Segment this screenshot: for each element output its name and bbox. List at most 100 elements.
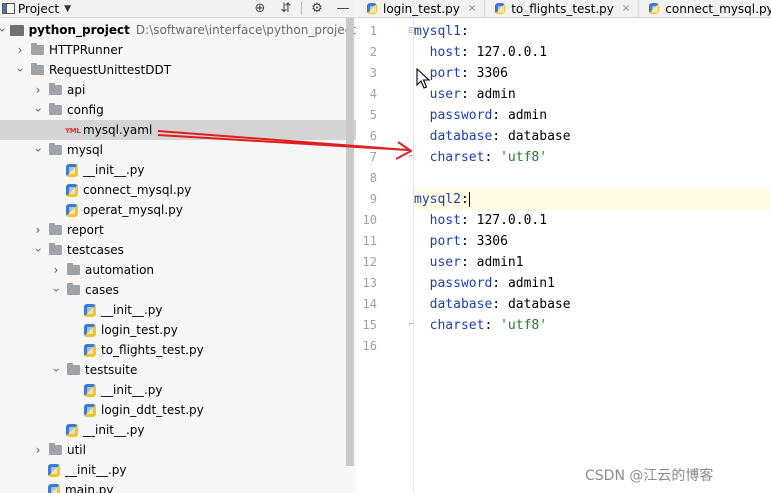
code-line[interactable]: mysql2: [414, 189, 771, 210]
tree-item[interactable]: connect_mysql.py [0, 180, 356, 200]
tree-item[interactable]: › util [0, 440, 356, 460]
toolbar-divider [301, 2, 302, 15]
chevron-right-icon[interactable]: › [32, 220, 44, 240]
code-line[interactable]: port: 3306 [414, 231, 771, 252]
tree-item[interactable]: › python_project D:\software\interface\pyt… [0, 20, 356, 40]
tree-item-label: api [67, 83, 86, 97]
mouse-pointer-icon [416, 68, 431, 89]
editor-tab-label: connect_mysql.py [665, 1, 771, 16]
code-line[interactable]: host: 127.0.0.1 [414, 210, 771, 231]
minimize-icon[interactable]: — [330, 0, 356, 17]
yaml-value: admin1 [507, 276, 555, 291]
tree-item[interactable]: __init__.py [0, 380, 356, 400]
close-icon[interactable]: × [468, 3, 476, 14]
editor-tab[interactable]: to_flights_test.py × [485, 0, 640, 17]
code-line[interactable]: host: 127.0.0.1 [414, 42, 771, 63]
collapse-all-icon[interactable]: ⇵ [273, 0, 299, 17]
vertical-scrollbar[interactable] [346, 18, 354, 466]
chevron-down-icon[interactable]: › [31, 140, 45, 160]
yaml-separator: : [460, 66, 477, 81]
tree-item[interactable]: › report [0, 220, 356, 240]
code-line[interactable] [414, 168, 771, 189]
chevron-down-icon[interactable]: ▼ [64, 4, 71, 14]
tree-item[interactable]: __init__.py [0, 420, 356, 440]
gear-icon[interactable]: ⚙ [304, 0, 330, 17]
chevron-right-icon[interactable]: › [32, 80, 44, 100]
tree-item[interactable]: login_test.py [0, 320, 356, 340]
yaml-value: admin [507, 108, 548, 123]
yaml-key: port [429, 234, 461, 249]
python-file-icon [66, 183, 78, 197]
yaml-separator: : [492, 276, 508, 291]
yaml-value: 'utf8' [500, 150, 548, 165]
tree-item-label: __init__.py [101, 303, 163, 317]
yaml-key: host [429, 213, 461, 228]
locate-target-icon[interactable]: ⊕ [247, 0, 273, 17]
yaml-key: mysql2 [414, 192, 461, 207]
code-line[interactable]: user: admin1 [414, 252, 771, 273]
yaml-key: password [429, 108, 493, 123]
tree-item[interactable]: operat_mysql.py [0, 200, 356, 220]
chevron-down-icon[interactable]: › [31, 240, 45, 260]
close-icon[interactable]: × [622, 3, 630, 14]
tree-item[interactable]: › automation [0, 260, 356, 280]
editor-tab[interactable]: connect_mysql.py× [639, 0, 771, 17]
tree-item[interactable]: __init__.py [0, 460, 356, 480]
line-number: 4 [369, 87, 377, 101]
editor-tab-bar: login_test.py × to_flights_test.py × connect… [357, 0, 771, 18]
code-line[interactable]: charset: 'utf8' [414, 147, 771, 168]
chevron-right-icon[interactable]: › [14, 40, 26, 60]
line-number: 8 [369, 171, 377, 185]
chevron-down-icon[interactable]: › [49, 360, 63, 380]
folder-icon [49, 143, 62, 155]
folder-icon [49, 103, 62, 115]
tree-item-label: to_flights_test.py [101, 343, 204, 357]
line-number: 9 [369, 192, 377, 206]
chevron-down-icon[interactable]: › [49, 280, 63, 300]
folder-icon [67, 263, 80, 275]
code-line[interactable]: password: admin1 [414, 273, 771, 294]
tree-item[interactable]: __init__.py [0, 160, 356, 180]
tree-item[interactable]: to_flights_test.py [0, 340, 356, 360]
code-line[interactable]: password: admin [414, 105, 771, 126]
python-file-icon [66, 163, 78, 177]
tree-item[interactable]: login_ddt_test.py [0, 400, 356, 420]
chevron-right-icon[interactable]: › [32, 440, 44, 460]
tree-item[interactable]: › testcases [0, 240, 356, 260]
project-view-title[interactable]: Project [18, 2, 59, 16]
tree-item[interactable]: › RequestUnittestDDT [0, 60, 356, 80]
tree-item[interactable]: › api [0, 80, 356, 100]
yaml-key: user [429, 255, 461, 270]
tree-item[interactable]: YML mysql.yaml [0, 120, 356, 140]
tree-item[interactable]: › testsuite [0, 360, 356, 380]
editor-tab[interactable]: login_test.py × [357, 0, 486, 17]
chevron-right-icon[interactable]: › [50, 260, 62, 280]
line-number: 2 [369, 45, 377, 59]
tree-item[interactable]: main.py [0, 480, 356, 493]
code-line[interactable]: port: 3306 [414, 63, 771, 84]
code-line[interactable]: user: admin [414, 84, 771, 105]
chevron-down-icon[interactable]: › [0, 20, 10, 40]
code-line[interactable]: mysql1: [414, 21, 771, 42]
code-line[interactable]: charset: 'utf8' [414, 315, 771, 336]
tree-item[interactable]: › mysql [0, 140, 356, 160]
yaml-separator: : [484, 150, 501, 165]
code-line[interactable]: database: database [414, 126, 771, 147]
tree-item-label: __init__.py [65, 463, 127, 477]
line-number: 12 [362, 255, 377, 269]
chevron-down-icon[interactable]: › [13, 60, 27, 80]
yaml-key: charset [429, 318, 485, 333]
python-file-icon [84, 383, 96, 397]
yaml-value: 127.0.0.1 [476, 213, 548, 228]
tree-item[interactable]: › config [0, 100, 356, 120]
tree-item[interactable]: __init__.py [0, 300, 356, 320]
python-file-icon [48, 483, 60, 493]
tree-item[interactable]: › cases [0, 280, 356, 300]
code-line[interactable]: database: database [414, 294, 771, 315]
tree-item[interactable]: › HTTPRunner [0, 40, 356, 60]
code-line[interactable] [414, 336, 771, 357]
yaml-separator: : [460, 255, 477, 270]
chevron-down-icon[interactable]: › [31, 100, 45, 120]
